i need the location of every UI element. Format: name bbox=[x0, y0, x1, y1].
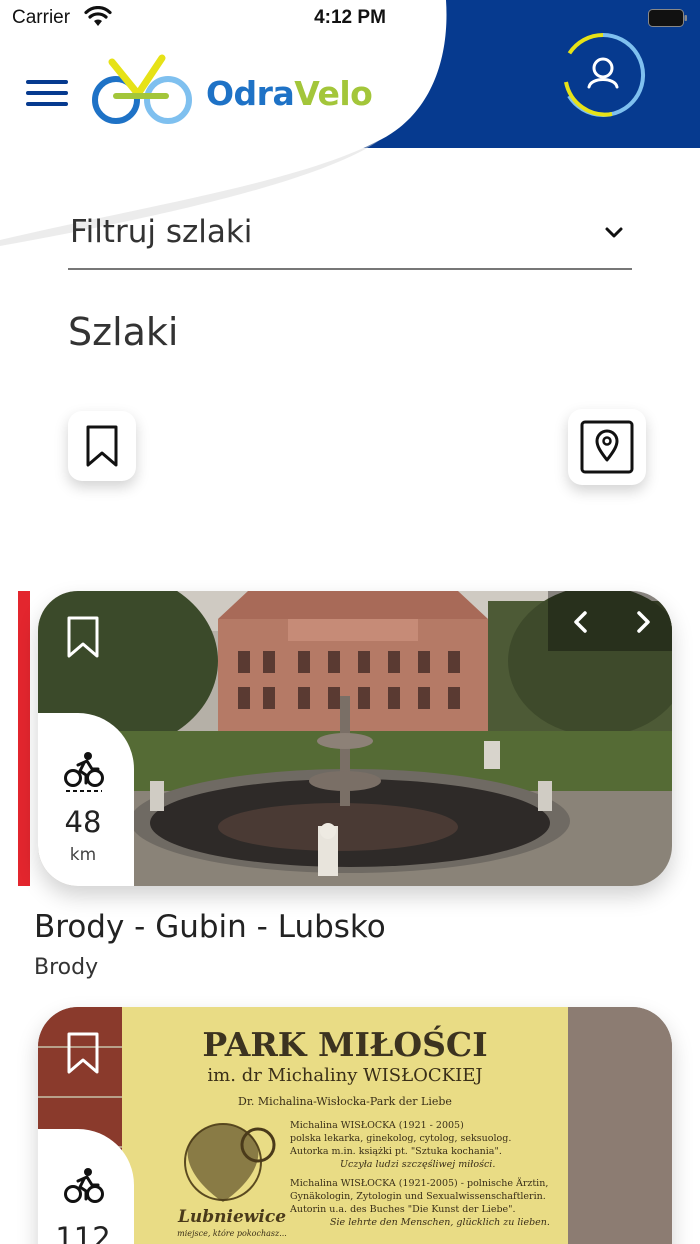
page-title: Szlaki bbox=[68, 310, 179, 354]
map-view-button[interactable] bbox=[568, 409, 646, 485]
brand-name: OdraVelo bbox=[206, 74, 373, 113]
bookmark-icon[interactable] bbox=[66, 615, 100, 659]
bicycle-icon bbox=[64, 752, 104, 792]
route-start-location: Brody bbox=[34, 955, 99, 980]
brand-part-odra: Odra bbox=[206, 74, 295, 113]
sign-body: Michalina WISŁOCKA (1921 - 2005) polska … bbox=[290, 1119, 550, 1229]
filter-label: Filtruj szlaki bbox=[70, 214, 253, 250]
sign-town-sub: miejsce, które pokochasz... bbox=[177, 1229, 287, 1238]
distance-badge: 48 km bbox=[38, 713, 134, 886]
chevron-down-icon bbox=[605, 227, 623, 238]
route-card[interactable]: 48 km Brody - Gubin - Lubsko Brody bbox=[18, 591, 672, 991]
trail-filter-dropdown[interactable]: Filtruj szlaki bbox=[68, 202, 632, 270]
route-title[interactable]: Brody - Gubin - Lubsko bbox=[34, 909, 386, 945]
sign-town: Lubniewice bbox=[177, 1207, 287, 1227]
map-pin-icon bbox=[580, 420, 634, 474]
user-profile-button[interactable] bbox=[560, 32, 646, 118]
sign-text-line: Uczyła ludzi szczęśliwej miłości. bbox=[340, 1159, 496, 1170]
sign-text-line: Michalina WISŁOCKA (1921 - 2005) bbox=[290, 1120, 464, 1131]
route-photo: PARK MIŁOŚCI im. dr Michaliny WISŁOCKIEJ… bbox=[38, 1007, 672, 1244]
park-sign: PARK MIŁOŚCI im. dr Michaliny WISŁOCKIEJ… bbox=[122, 1007, 568, 1244]
user-icon bbox=[561, 33, 646, 117]
distance-value: 48 bbox=[64, 805, 102, 839]
menu-button[interactable] bbox=[26, 78, 68, 108]
route-accent-bar bbox=[18, 591, 30, 886]
sign-text-line: polska lekarka, ginekolog, cytolog, seks… bbox=[290, 1133, 512, 1144]
sign-text-line: Sie lehrte den Menschen, glücklich zu li… bbox=[330, 1217, 550, 1228]
brand-part-velo: Velo bbox=[294, 74, 373, 113]
route-photo: 48 km bbox=[38, 591, 672, 886]
route-card[interactable]: PARK MIŁOŚCI im. dr Michaliny WISŁOCKIEJ… bbox=[38, 1007, 672, 1244]
sign-text-line: Autorka m.in. książki pt. "Sztuka kochan… bbox=[290, 1146, 502, 1157]
status-bar: Carrier 4:12 PM bbox=[0, 0, 700, 36]
bookmark-icon[interactable] bbox=[66, 1031, 100, 1075]
saved-trails-button[interactable] bbox=[68, 411, 136, 481]
distance-value: 112 bbox=[55, 1221, 111, 1244]
bicycle-icon bbox=[64, 1168, 104, 1203]
chevron-right-icon[interactable] bbox=[628, 607, 658, 637]
bookmark-icon bbox=[86, 425, 118, 467]
sign-subtitle: im. dr Michaliny WISŁOCKIEJ bbox=[207, 1065, 483, 1086]
clock: 4:12 PM bbox=[314, 7, 386, 28]
chevron-left-icon[interactable] bbox=[566, 607, 596, 637]
odravelo-logo: OdraVelo bbox=[88, 54, 378, 126]
bike-logo-icon bbox=[92, 54, 192, 124]
battery-icon bbox=[648, 9, 687, 27]
sign-subtitle-de: Dr. Michalina-Wisłocka-Park der Liebe bbox=[238, 1095, 452, 1108]
sign-text-line: Autorin u.a. des Buches "Die Kunst der L… bbox=[290, 1204, 516, 1215]
sign-text-line: Gynäkologin, Zytologin und Sexualwissens… bbox=[290, 1191, 546, 1202]
distance-unit: km bbox=[69, 845, 97, 865]
gallery-nav bbox=[548, 591, 672, 651]
sign-title: PARK MIŁOŚCI bbox=[202, 1025, 488, 1064]
sign-text-line: Michalina WISŁOCKA (1921-2005) - polnisc… bbox=[290, 1178, 549, 1189]
